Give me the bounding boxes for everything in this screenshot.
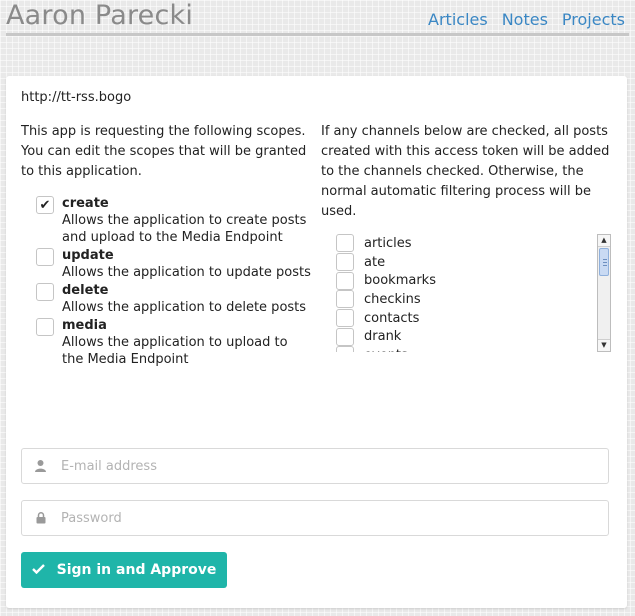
scrollbar-thumb[interactable] (599, 248, 609, 276)
grip-line (603, 259, 607, 260)
email-field[interactable] (21, 448, 609, 484)
channel-checkbox-drank[interactable] (336, 327, 354, 346)
channel-checkbox-contacts[interactable] (336, 309, 354, 328)
scopes-section: This app is requesting the following sco… (21, 122, 311, 368)
scope-text: update Allows the application to update … (62, 247, 311, 281)
scope-checkbox-create[interactable]: ✔ (36, 196, 54, 214)
scope-description: Allows the application to upload to the … (62, 335, 288, 367)
header-divider (6, 33, 629, 36)
checkmark-icon (31, 562, 45, 578)
authorization-card: http://tt-rss.bogo This app is requestin… (6, 76, 627, 608)
scope-text: create Allows the application to create … (62, 195, 311, 246)
channel-item: ate (333, 253, 611, 272)
scope-name: create (62, 196, 109, 211)
channel-item: checkins (333, 290, 611, 309)
channel-item: drank (333, 327, 611, 346)
scope-name: delete (62, 283, 109, 298)
scopes-intro: This app is requesting the following sco… (21, 124, 307, 179)
scope-text: delete Allows the application to delete … (62, 282, 306, 316)
nav-link-notes[interactable]: Notes (502, 10, 548, 29)
scope-name: update (62, 248, 114, 263)
channel-label: bookmarks (364, 273, 436, 289)
channel-item: articles (333, 234, 611, 253)
channels-section: If any channels below are checked, all p… (321, 122, 611, 222)
channel-label: articles (364, 235, 412, 251)
channels-intro: If any channels below are checked, all p… (321, 124, 610, 219)
scroll-down-arrow-icon[interactable]: ▼ (598, 339, 610, 351)
scroll-up-arrow-icon[interactable]: ▲ (598, 235, 610, 247)
scope-name: media (62, 318, 107, 333)
lock-icon (34, 512, 47, 524)
scope-description: Allows the application to delete posts (62, 300, 307, 315)
scope-item-update: update Allows the application to update … (21, 247, 311, 281)
channel-label: ate (364, 254, 386, 270)
channel-checkbox-articles[interactable] (336, 234, 354, 253)
scope-list: ✔ create Allows the application to creat… (21, 195, 311, 368)
scope-item-delete: delete Allows the application to delete … (21, 282, 311, 316)
main-nav: Articles Notes Projects (428, 10, 625, 29)
password-input[interactable] (59, 509, 583, 527)
channel-checkbox-ate[interactable] (336, 253, 354, 272)
channel-label: events (364, 348, 408, 352)
password-field[interactable] (21, 500, 609, 536)
scope-text: media Allows the application to upload t… (62, 317, 311, 368)
user-icon (34, 460, 47, 472)
channel-checkbox-events[interactable] (336, 346, 354, 352)
scope-checkbox-delete[interactable] (36, 283, 54, 301)
channel-list-scrollbar[interactable]: ▲ ▼ (597, 234, 611, 352)
scope-item-create: ✔ create Allows the application to creat… (21, 195, 311, 246)
channel-checkbox-checkins[interactable] (336, 290, 354, 309)
channel-label: contacts (364, 310, 420, 326)
grip-line (603, 265, 607, 266)
nav-link-projects[interactable]: Projects (562, 10, 625, 29)
email-input[interactable] (59, 457, 583, 475)
nav-link-articles[interactable]: Articles (428, 10, 488, 29)
scope-item-media: media Allows the application to upload t… (21, 317, 311, 368)
client-url: http://tt-rss.bogo (21, 90, 132, 105)
sign-in-approve-button[interactable]: Sign in and Approve (21, 552, 227, 588)
channel-item: bookmarks (333, 271, 611, 290)
checkmark-icon: ✔ (39, 197, 51, 213)
channel-label: drank (364, 329, 402, 345)
site-title[interactable]: Aaron Parecki (6, 0, 193, 31)
channel-list[interactable]: articles ate bookmarks checkins contacts… (333, 234, 611, 352)
approve-label: Sign in and Approve (56, 562, 217, 578)
channel-checkbox-bookmarks[interactable] (336, 271, 354, 290)
channel-item: events (333, 346, 611, 352)
scope-description: Allows the application to update posts (62, 265, 311, 280)
grip-line (603, 262, 607, 263)
scope-checkbox-update[interactable] (36, 248, 54, 266)
scope-description: Allows the application to create posts a… (62, 213, 307, 245)
channel-label: checkins (364, 291, 421, 307)
channel-item: contacts (333, 309, 611, 328)
scope-checkbox-media[interactable] (36, 318, 54, 336)
